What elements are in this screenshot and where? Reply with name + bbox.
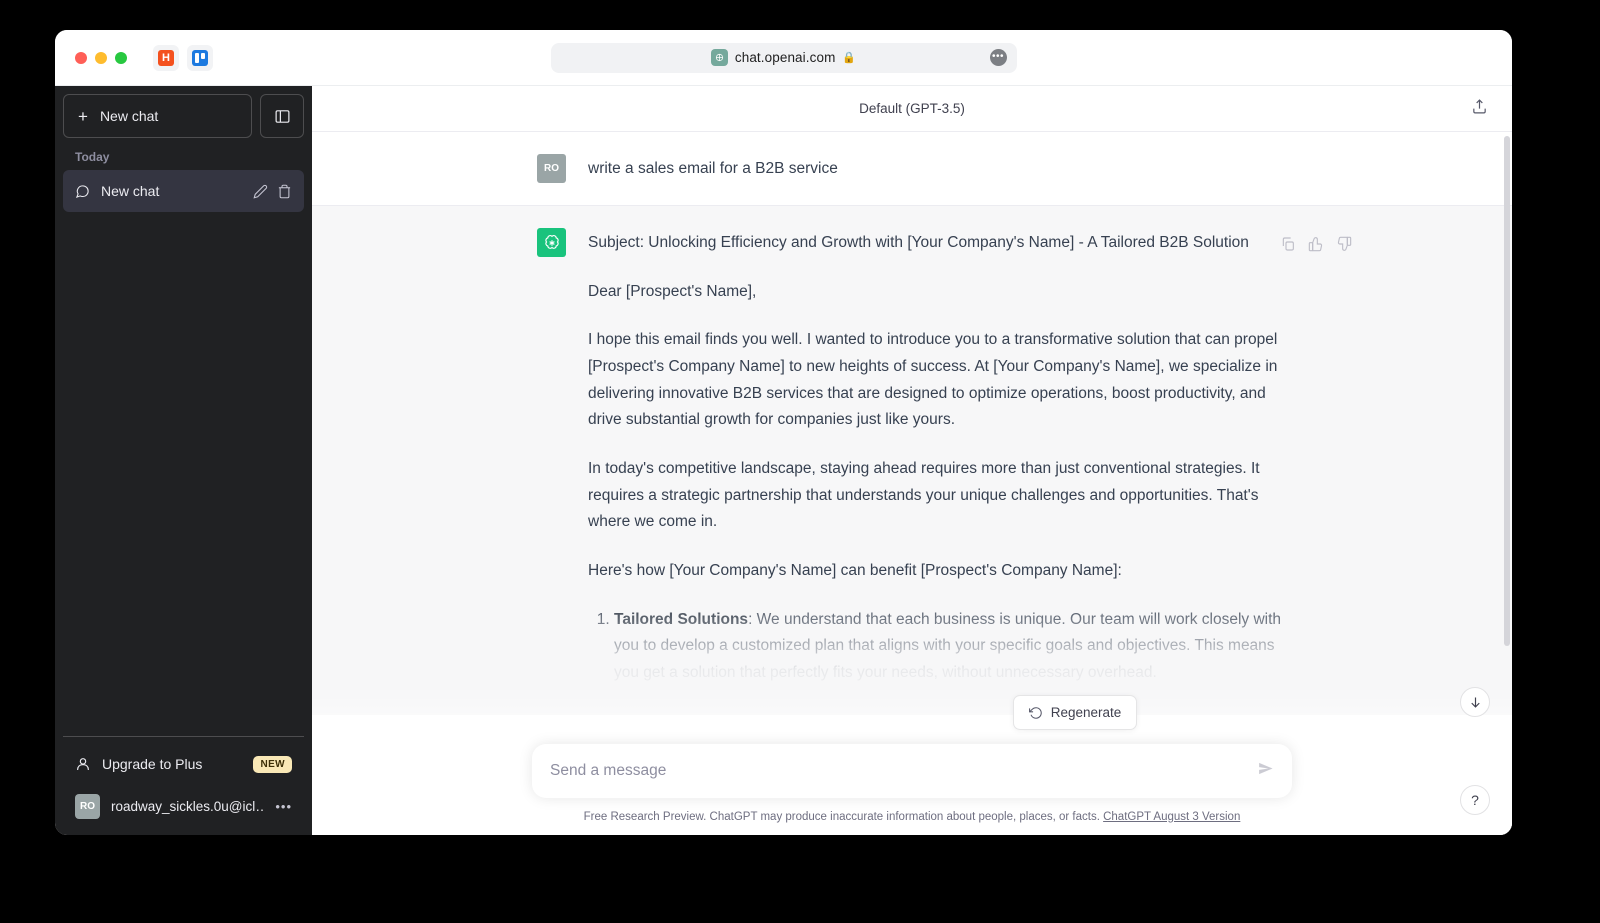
- assistant-paragraph: Here's how [Your Company's Name] can ben…: [588, 561, 1122, 579]
- assistant-paragraph: Dear [Prospect's Name],: [588, 282, 757, 300]
- browser-window: H chat.openai.com 🔒 ••• + New chat Today…: [55, 30, 1512, 835]
- new-badge: NEW: [253, 755, 292, 773]
- user-message-text: write a sales email for a B2B service: [588, 160, 838, 177]
- sidebar-top: + New chat: [63, 94, 304, 138]
- trash-icon[interactable]: [277, 184, 292, 199]
- pencil-icon[interactable]: [253, 184, 268, 199]
- assistant-message-actions: [1280, 236, 1352, 257]
- user-avatar: RO: [537, 154, 566, 183]
- copy-icon: [1282, 237, 1294, 251]
- new-chat-label: New chat: [99, 108, 159, 124]
- message-input[interactable]: [550, 762, 1247, 780]
- upgrade-to-plus-button[interactable]: Upgrade to Plus NEW: [63, 743, 304, 785]
- url-text: chat.openai.com: [734, 50, 836, 65]
- list-item-title: Tailored Solutions: [614, 610, 749, 628]
- thumbs-down-icon: [1337, 236, 1352, 251]
- help-button[interactable]: ?: [1460, 785, 1490, 815]
- arrow-down-icon: [1470, 697, 1480, 708]
- lock-icon: 🔒: [842, 52, 857, 64]
- openai-logo-icon: [544, 234, 559, 249]
- copy-button[interactable]: [1280, 236, 1296, 257]
- scroll-to-bottom-button[interactable]: [1460, 687, 1490, 717]
- send-icon: [1259, 762, 1273, 775]
- refresh-icon: [1028, 706, 1042, 719]
- app-body: + New chat Today New chat Upgrade to Plu…: [55, 86, 1512, 835]
- sidebar-chat-item-label: New chat: [101, 183, 160, 199]
- composer-zone: Regenerate Free Research Preview. ChatGP…: [312, 695, 1512, 835]
- assistant-paragraph: Subject: Unlocking Efficiency and Growth…: [588, 234, 1249, 251]
- sidebar-toggle-button[interactable]: [260, 94, 304, 138]
- account-email: roadway_sickles.0u@icl…: [111, 798, 265, 814]
- chat-bubble-icon: [75, 184, 89, 198]
- address-bar[interactable]: chat.openai.com 🔒 •••: [550, 42, 1017, 73]
- extension-toolbar: H: [153, 44, 213, 71]
- regenerate-button[interactable]: Regenerate: [1012, 695, 1138, 730]
- thumbs-up-icon: [1308, 237, 1323, 252]
- share-button[interactable]: [1471, 98, 1488, 120]
- send-button[interactable]: [1247, 760, 1274, 782]
- version-link[interactable]: ChatGPT August 3 Version: [1103, 811, 1240, 823]
- new-chat-button[interactable]: + New chat: [63, 94, 252, 138]
- assistant-avatar: [537, 228, 566, 257]
- assistant-list: Tailored Solutions: We understand that e…: [588, 607, 1287, 687]
- sidebar-section-label: Today: [75, 150, 110, 164]
- upgrade-label: Upgrade to Plus: [102, 756, 203, 772]
- window-traffic-lights: [75, 51, 127, 64]
- person-icon: [77, 758, 89, 770]
- assistant-message: Subject: Unlocking Efficiency and Growth…: [312, 205, 1512, 715]
- sidebar-chat-item[interactable]: New chat: [63, 170, 304, 212]
- help-label: ?: [1471, 792, 1479, 808]
- browser-chrome: H chat.openai.com 🔒 •••: [55, 30, 1512, 86]
- assistant-paragraph: I hope this email finds you well. I want…: [588, 331, 1278, 429]
- sidebar-toggle-icon: [275, 109, 289, 123]
- plus-icon: +: [78, 106, 88, 126]
- assistant-message-body: Subject: Unlocking Efficiency and Growth…: [588, 228, 1287, 693]
- openai-favicon: [710, 49, 728, 66]
- regenerate-wrapper: Regenerate: [312, 695, 1512, 730]
- user-message: RO write a sales email for a B2B service: [312, 132, 1512, 205]
- main-panel: Default (GPT-3.5) RO write a sales email…: [312, 86, 1512, 835]
- hubspot-icon: H: [158, 49, 174, 66]
- list-item: Tailored Solutions: We understand that e…: [614, 607, 1287, 687]
- hubspot-extension-button[interactable]: H: [153, 44, 179, 71]
- model-selector-label[interactable]: Default (GPT-3.5): [859, 101, 965, 116]
- share-icon: [1473, 98, 1486, 113]
- close-window-button[interactable]: [75, 51, 87, 64]
- thread-scrollbar[interactable]: [1504, 136, 1510, 646]
- regenerate-label: Regenerate: [1050, 705, 1122, 720]
- assistant-paragraph: In today's competitive landscape, stayin…: [588, 459, 1260, 531]
- trello-extension-button[interactable]: [187, 44, 213, 71]
- account-avatar: RO: [75, 793, 100, 819]
- sidebar: + New chat Today New chat Upgrade to Plu…: [55, 86, 312, 835]
- minimize-window-button[interactable]: [95, 51, 107, 64]
- trello-icon: [192, 49, 208, 66]
- account-menu-icon[interactable]: •••: [275, 799, 292, 814]
- thumbs-down-button[interactable]: [1336, 236, 1352, 257]
- thumbs-up-button[interactable]: [1308, 236, 1324, 257]
- sidebar-chat-actions: [253, 184, 292, 199]
- account-row[interactable]: RO roadway_sickles.0u@icl… •••: [63, 785, 304, 827]
- footer-text: Free Research Preview. ChatGPT may produ…: [583, 811, 1104, 823]
- chat-header: Default (GPT-3.5): [312, 86, 1512, 132]
- sidebar-bottom: Upgrade to Plus NEW RO roadway_sickles.0…: [63, 736, 304, 827]
- address-bar-menu-icon[interactable]: •••: [989, 49, 1007, 66]
- message-composer: [532, 744, 1292, 798]
- footer-disclaimer: Free Research Preview. ChatGPT may produ…: [312, 811, 1512, 823]
- maximize-window-button[interactable]: [115, 51, 127, 64]
